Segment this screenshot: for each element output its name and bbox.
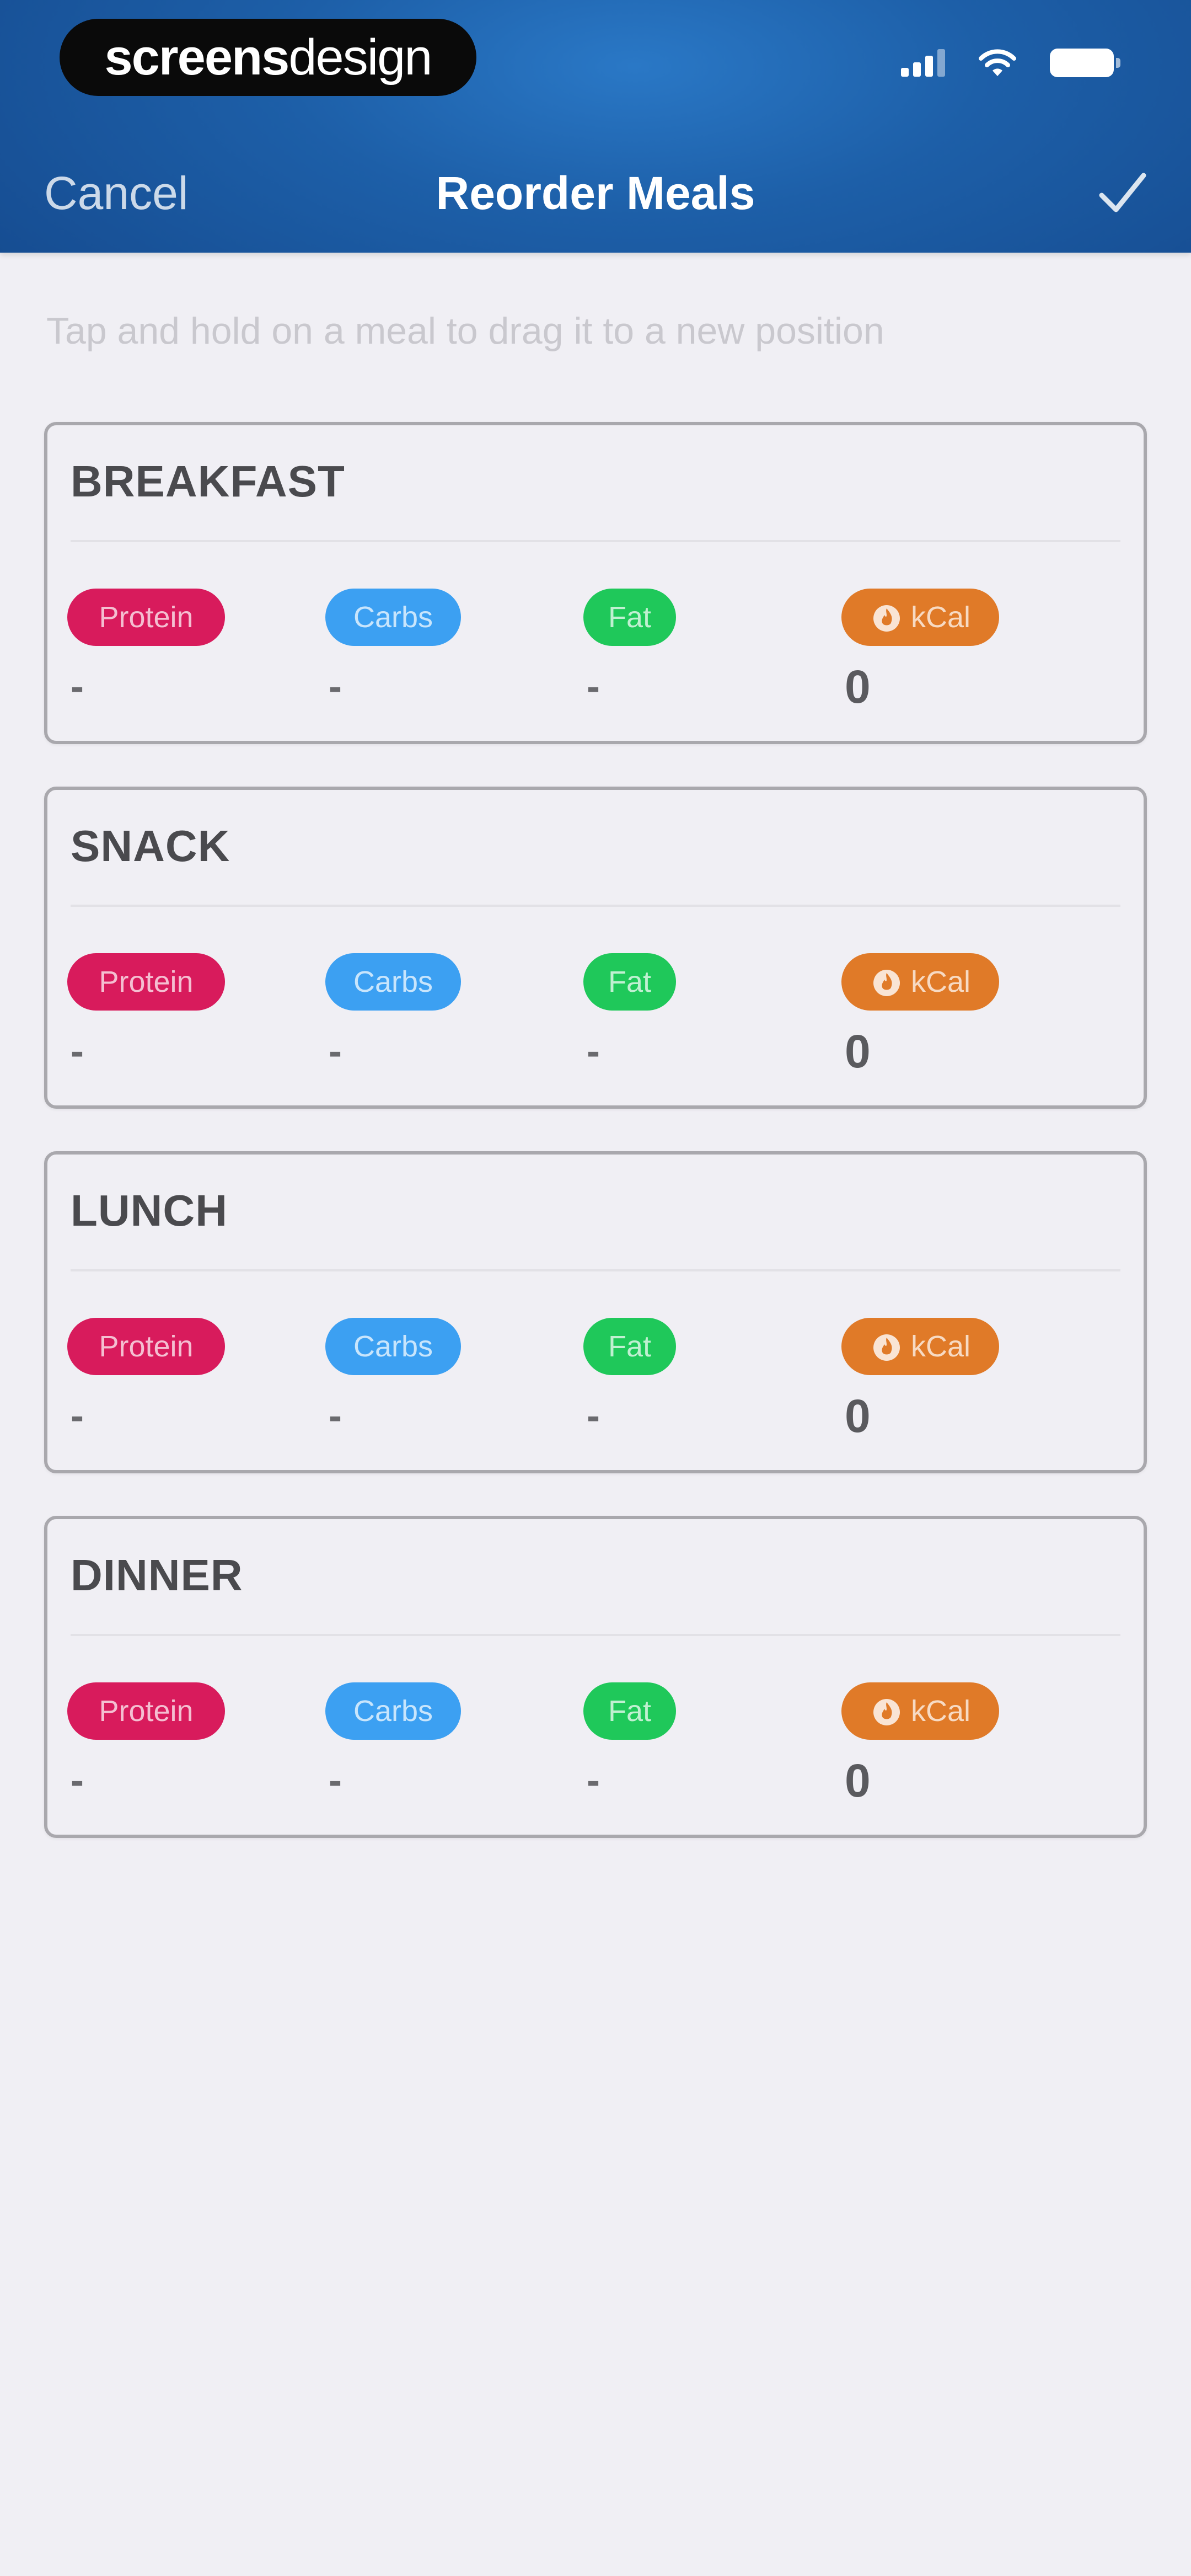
flame-icon bbox=[873, 605, 900, 632]
carbs-value: - bbox=[329, 1759, 342, 1803]
carbs-badge: Carbs bbox=[325, 1682, 461, 1740]
meal-card-lunch[interactable]: LUNCH Protein - Carbs - Fat - kCal 0 bbox=[44, 1151, 1147, 1473]
header: screens design Cancel Reorder Meals bbox=[0, 0, 1191, 253]
kcal-label: kCal bbox=[910, 965, 971, 998]
reorder-hint: Tap and hold on a meal to drag it to a n… bbox=[46, 310, 884, 352]
protein-value: - bbox=[71, 1759, 84, 1803]
macro-kcal: kCal 0 bbox=[841, 1318, 1051, 1442]
meal-title: DINNER bbox=[71, 1551, 243, 1600]
protein-value: - bbox=[71, 1394, 84, 1438]
kcal-value: 0 bbox=[845, 1390, 871, 1442]
macro-carbs: Carbs - bbox=[325, 953, 535, 1078]
status-icons bbox=[901, 49, 1120, 77]
kcal-label: kCal bbox=[910, 1695, 971, 1728]
protein-badge: Protein bbox=[67, 589, 225, 646]
kcal-label: kCal bbox=[910, 601, 971, 634]
macro-kcal: kCal 0 bbox=[841, 953, 1051, 1078]
macro-kcal: kCal 0 bbox=[841, 589, 1051, 713]
brand-logo-light: design bbox=[288, 29, 432, 85]
reorder-meals-screen: screens design Cancel Reorder Meals Tap a… bbox=[0, 0, 1191, 2576]
checkmark-icon[interactable] bbox=[1092, 163, 1152, 224]
fat-value: - bbox=[587, 1029, 600, 1073]
brand-logo: screens design bbox=[60, 19, 476, 96]
macro-carbs: Carbs - bbox=[325, 1682, 535, 1807]
protein-value: - bbox=[71, 665, 84, 709]
fat-badge: Fat bbox=[583, 1682, 676, 1740]
kcal-badge: kCal bbox=[841, 1318, 999, 1375]
protein-badge: Protein bbox=[67, 1318, 225, 1375]
wifi-icon bbox=[979, 49, 1016, 76]
kcal-badge: kCal bbox=[841, 1682, 999, 1740]
macro-fat: Fat - bbox=[583, 589, 793, 713]
cancel-button[interactable]: Cancel bbox=[44, 165, 188, 221]
meal-title: SNACK bbox=[71, 821, 230, 870]
meal-card-breakfast[interactable]: BREAKFAST Protein - Carbs - Fat - kCal 0 bbox=[44, 422, 1147, 744]
fat-badge: Fat bbox=[583, 1318, 676, 1375]
kcal-badge: kCal bbox=[841, 589, 999, 646]
brand-logo-bold: screens bbox=[104, 29, 290, 85]
flame-icon bbox=[873, 1334, 900, 1361]
flame-icon bbox=[873, 1699, 900, 1725]
macro-carbs: Carbs - bbox=[325, 589, 535, 713]
protein-value: - bbox=[71, 1029, 84, 1073]
fat-value: - bbox=[587, 665, 600, 709]
signal-icon bbox=[901, 49, 945, 77]
kcal-value: 0 bbox=[845, 661, 871, 713]
macro-fat: Fat - bbox=[583, 1318, 793, 1442]
fat-badge: Fat bbox=[583, 953, 676, 1011]
protein-badge: Protein bbox=[67, 1682, 225, 1740]
macro-protein: Protein - bbox=[67, 589, 277, 713]
carbs-badge: Carbs bbox=[325, 1318, 461, 1375]
kcal-value: 0 bbox=[845, 1025, 871, 1077]
carbs-value: - bbox=[329, 665, 342, 709]
divider bbox=[71, 540, 1120, 542]
carbs-value: - bbox=[329, 1029, 342, 1073]
fat-value: - bbox=[587, 1759, 600, 1803]
page-title: Reorder Meals bbox=[436, 167, 755, 219]
meal-card-snack[interactable]: SNACK Protein - Carbs - Fat - kCal 0 bbox=[44, 787, 1147, 1109]
macro-protein: Protein - bbox=[67, 953, 277, 1078]
meal-card-dinner[interactable]: DINNER Protein - Carbs - Fat - kCal 0 bbox=[44, 1516, 1147, 1838]
carbs-badge: Carbs bbox=[325, 953, 461, 1011]
macro-kcal: kCal 0 bbox=[841, 1682, 1051, 1807]
meal-title: LUNCH bbox=[71, 1186, 228, 1235]
macro-protein: Protein - bbox=[67, 1318, 277, 1442]
fat-badge: Fat bbox=[583, 589, 676, 646]
carbs-badge: Carbs bbox=[325, 589, 461, 646]
divider bbox=[71, 1269, 1120, 1271]
divider bbox=[71, 1634, 1120, 1636]
macro-fat: Fat - bbox=[583, 953, 793, 1078]
macro-carbs: Carbs - bbox=[325, 1318, 535, 1442]
meal-title: BREAKFAST bbox=[71, 457, 345, 506]
kcal-value: 0 bbox=[845, 1755, 871, 1807]
macro-protein: Protein - bbox=[67, 1682, 277, 1807]
battery-icon bbox=[1050, 49, 1120, 77]
macro-fat: Fat - bbox=[583, 1682, 793, 1807]
protein-badge: Protein bbox=[67, 953, 225, 1011]
divider bbox=[71, 905, 1120, 907]
kcal-label: kCal bbox=[910, 1330, 971, 1363]
fat-value: - bbox=[587, 1394, 600, 1438]
flame-icon bbox=[873, 970, 900, 996]
carbs-value: - bbox=[329, 1394, 342, 1438]
kcal-badge: kCal bbox=[841, 953, 999, 1011]
